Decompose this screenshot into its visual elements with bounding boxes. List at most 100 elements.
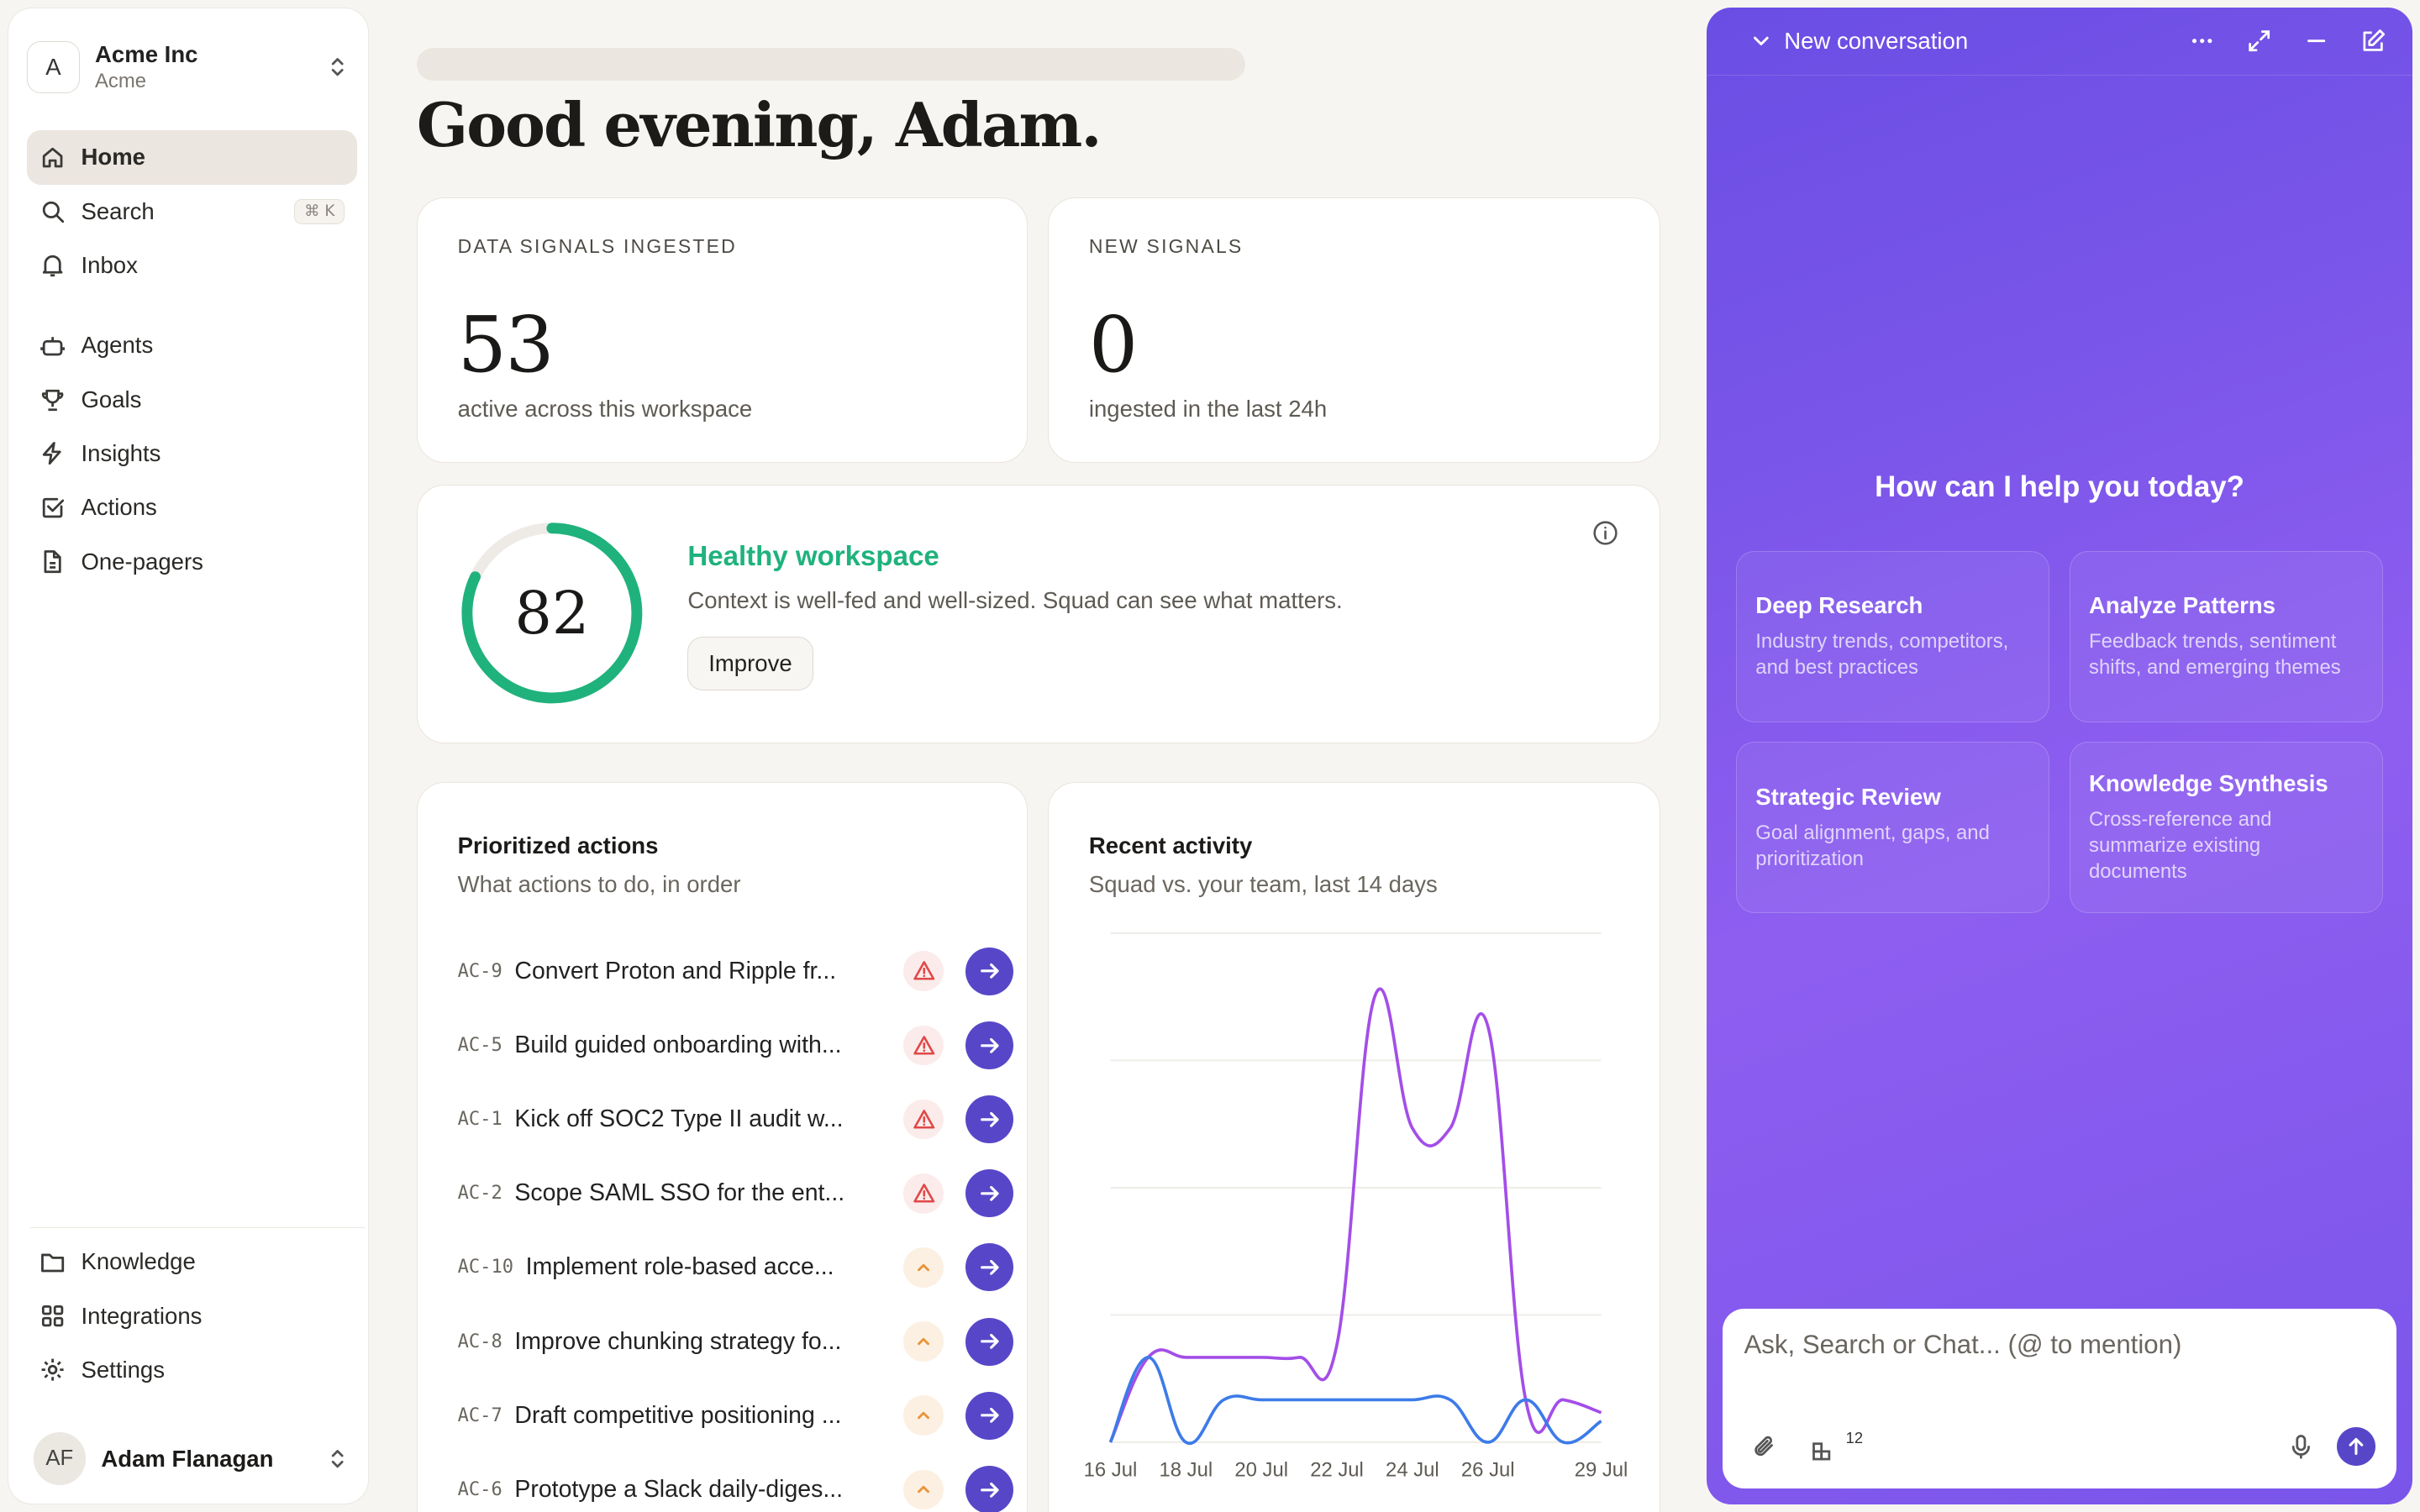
warning-icon (903, 1173, 944, 1214)
nav-inbox[interactable]: Inbox (27, 239, 357, 292)
table-row[interactable]: AC-6 Prototype a Slack daily-diges... (458, 1462, 1013, 1512)
nav-knowledge[interactable]: Knowledge (27, 1235, 357, 1289)
bell-icon (42, 255, 63, 277)
open-action-button[interactable] (965, 947, 1013, 995)
secondary-nav: Agents Goals Insights Actions One-pagers (27, 318, 357, 588)
open-action-button[interactable] (965, 1095, 1013, 1144)
action-id: AC-7 (457, 1404, 502, 1426)
chevron-down-icon[interactable] (1750, 30, 1772, 52)
open-action-button[interactable] (965, 1243, 1013, 1292)
warning-icon (903, 1025, 944, 1066)
primary-nav: Home Search ⌘ K Inbox (27, 130, 358, 292)
nav-label: Actions (81, 494, 157, 521)
paperclip-icon[interactable] (1749, 1431, 1780, 1462)
suggestion-title: Strategic Review (1755, 783, 1941, 810)
open-action-button[interactable] (965, 1317, 1013, 1366)
health-card: 82 Healthy workspace Context is well-fed… (416, 484, 1661, 744)
open-action-button[interactable] (965, 1021, 1013, 1069)
table-row[interactable]: AC-7 Draft competitive positioning ... (458, 1388, 1013, 1443)
suggestion-strategic-review[interactable]: Strategic Review Goal alignment, gaps, a… (1736, 742, 2050, 914)
kpi-value: 53 (457, 300, 555, 391)
health-title: Healthy workspace (687, 540, 939, 572)
table-row[interactable]: AC-9 Convert Proton and Ripple fr... (458, 943, 1013, 999)
chat-input[interactable] (1744, 1330, 2362, 1392)
user-menu[interactable]: AF Adam Flanagan (27, 1431, 350, 1487)
avatar: AF (33, 1432, 86, 1485)
nav-label: Home (81, 144, 146, 171)
improve-button[interactable]: Improve (687, 636, 813, 690)
suggestion-analyze-patterns[interactable]: Analyze Patterns Feedback trends, sentim… (2069, 550, 2383, 722)
series-line-1 (1108, 1355, 1602, 1445)
section-subtitle: Squad vs. your team, last 14 days (1088, 870, 1438, 897)
nav-label: Settings (81, 1357, 166, 1383)
bot-icon (40, 337, 65, 356)
x-tick-label: 16 Jul (1084, 1458, 1138, 1481)
suggestion-title: Analyze Patterns (2089, 591, 2276, 618)
warning-icon (903, 951, 944, 992)
user-name: Adam Flanagan (101, 1445, 274, 1472)
blocks-icon[interactable] (1809, 1431, 1840, 1462)
document-icon (44, 550, 61, 574)
nav-one-pagers[interactable]: One-pagers (27, 534, 357, 588)
nav-label: Search (81, 197, 155, 224)
suggestion-deep-research[interactable]: Deep Research Industry trends, competito… (1736, 550, 2050, 722)
microphone-icon[interactable] (2286, 1431, 2317, 1462)
arrow-right-icon (980, 1408, 999, 1424)
arrow-right-icon (980, 963, 999, 979)
nav-label: Knowledge (81, 1248, 196, 1275)
gear-icon (41, 1359, 64, 1382)
nav-goals[interactable]: Goals (27, 373, 357, 427)
lightning-icon (42, 442, 61, 465)
minimize-icon[interactable] (2302, 28, 2330, 55)
action-id: AC-5 (457, 1034, 502, 1056)
suggestion-knowledge-synthesis[interactable]: Knowledge Synthesis Cross-reference and … (2069, 742, 2383, 914)
kpi-card-new: NEW SIGNALS 0 ingested in the last 24h (1048, 197, 1661, 463)
compose-icon[interactable] (2360, 28, 2387, 55)
folder-icon (40, 1253, 65, 1273)
expand-icon[interactable] (2245, 28, 2273, 55)
conversation-title[interactable]: New conversation (1784, 28, 1968, 55)
kpi-label: NEW SIGNALS (1088, 235, 1244, 258)
action-id: AC-10 (457, 1257, 513, 1278)
nav-label: Insights (81, 440, 161, 467)
section-subtitle: What actions to do, in order (457, 870, 741, 897)
nav-label: Inbox (81, 251, 138, 278)
nav-agents[interactable]: Agents (27, 318, 357, 372)
action-title: Prototype a Slack daily-diges... (514, 1475, 844, 1503)
table-row[interactable]: AC-5 Build guided onboarding with... (458, 1017, 1013, 1073)
table-row[interactable]: AC-8 Improve chunking strategy fo... (458, 1314, 1013, 1369)
nav-actions[interactable]: Actions (27, 480, 357, 534)
health-score-ring: 82 (461, 522, 643, 704)
open-action-button[interactable] (965, 1169, 1013, 1218)
nav-label: Goals (81, 386, 142, 412)
action-id: AC-2 (457, 1183, 502, 1205)
open-action-button[interactable] (965, 1391, 1013, 1440)
nav-settings[interactable]: Settings (27, 1343, 357, 1397)
section-title: Recent activity (1088, 832, 1253, 858)
nav-insights[interactable]: Insights (27, 427, 357, 480)
checkbox-icon (42, 497, 65, 518)
arrow-right-icon (980, 1037, 999, 1053)
recent-activity-card: Recent activity Squad vs. your team, las… (1048, 782, 1661, 1512)
nav-home[interactable]: Home (27, 130, 358, 185)
nav-integrations[interactable]: Integrations (27, 1289, 357, 1343)
open-action-button[interactable] (965, 1465, 1013, 1512)
action-id: AC-8 (457, 1331, 502, 1352)
more-icon[interactable] (2189, 28, 2217, 55)
send-button[interactable] (2336, 1426, 2375, 1466)
suggestion-description: Industry trends, competitors, and best p… (1755, 629, 2009, 680)
table-row[interactable]: AC-2 Scope SAML SSO for the ent... (458, 1166, 1013, 1221)
action-title: Draft competitive positioning ... (514, 1401, 842, 1429)
x-tick-label: 29 Jul (1575, 1458, 1628, 1481)
table-row[interactable]: AC-10 Implement role-based acce... (458, 1240, 1013, 1295)
nav-label: Agents (81, 332, 154, 359)
workspace-switcher[interactable]: A Acme Inc Acme (27, 34, 350, 102)
nav-search[interactable]: Search ⌘ K (27, 185, 357, 239)
suggestion-title: Knowledge Synthesis (2089, 770, 2328, 797)
chat-input-box: 12 (1722, 1308, 2397, 1489)
activity-chart: 16 Jul 18 Jul 20 Jul 22 Jul 24 Jul 26 Jul 29 J… (1084, 932, 1628, 1481)
table-row[interactable]: AC-1 Kick off SOC2 Type II audit w... (458, 1092, 1013, 1147)
suggestion-description: Goal alignment, gaps, and prioritization (1755, 821, 1990, 870)
info-icon[interactable] (1591, 519, 1619, 547)
arrow-right-icon (980, 1334, 999, 1349)
